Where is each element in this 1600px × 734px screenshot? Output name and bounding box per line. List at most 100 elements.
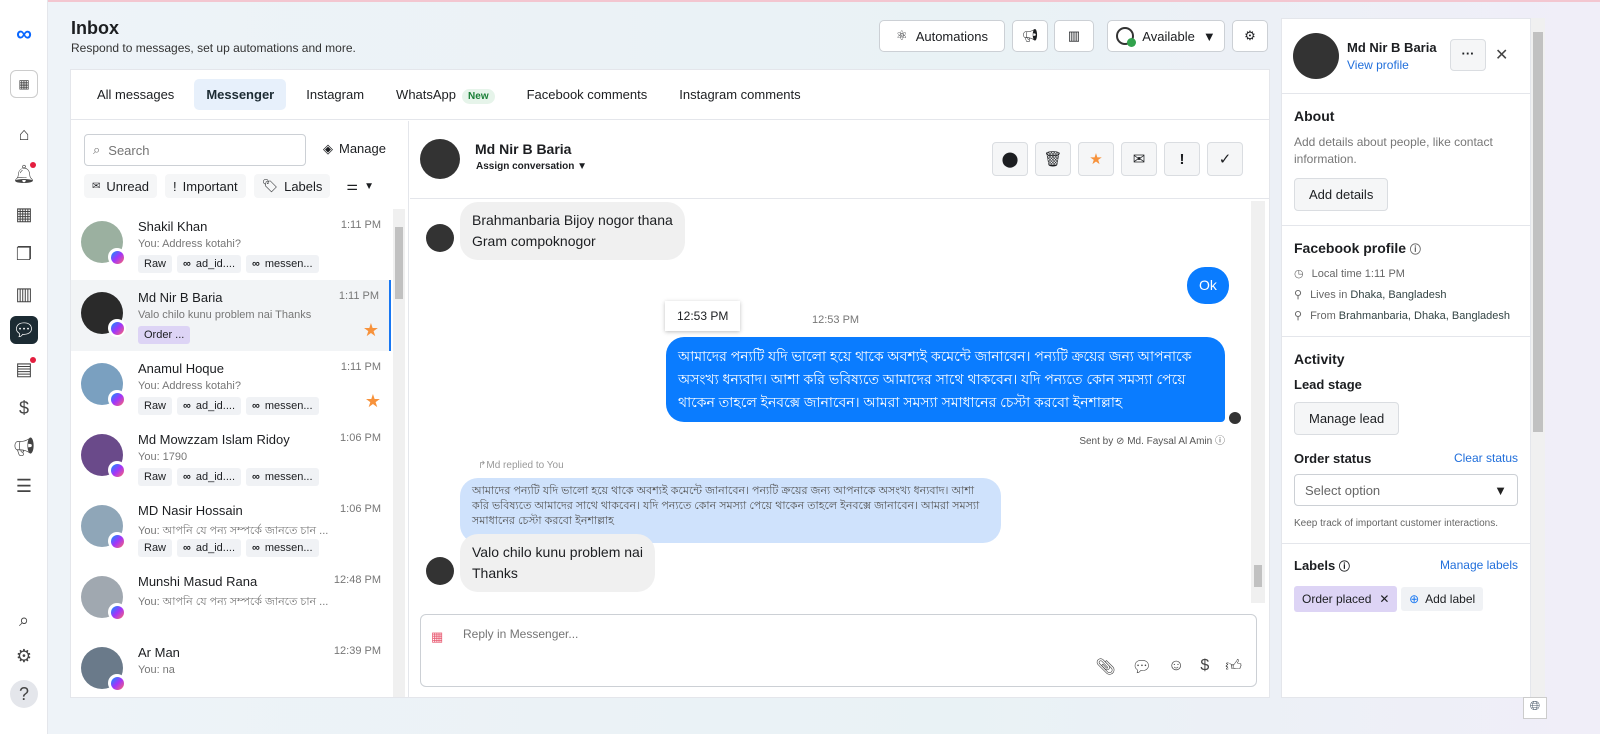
conversation-name: Md Nir B Baria [138,290,223,305]
avatar [81,292,126,337]
panel-scrollbar[interactable] [1531,18,1545,698]
tab-facebook-comments[interactable]: Facebook comments [515,79,660,110]
message-incoming: Valo chilo kunu problem nai Thanks [460,534,655,592]
plus-icon: ⊕ [1409,592,1420,606]
activity-heading: Activity [1294,351,1345,367]
conversation-item[interactable]: Anamul Hoque You: Address kotahi? 1:11 P… [71,351,391,422]
add-details-button[interactable]: Add details [1294,178,1389,211]
payment-icon[interactable]: $ [1200,657,1209,677]
meta-logo[interactable]: ∞ [10,20,38,48]
conversation-time: 12:39 PM [333,645,381,657]
view-profile-link[interactable]: View profile [1347,58,1409,72]
availability-dropdown[interactable]: Available ▼ [1107,20,1225,52]
messenger-icon [108,390,126,408]
filter-important[interactable]: ! Important [165,174,246,198]
conversation-item[interactable]: Md Nir B Baria Valo chilo kunu problem n… [71,280,391,351]
settings-button[interactable]: ⚙ [1232,20,1268,52]
done-button[interactable]: ✓ [1207,142,1243,176]
megaphone-button[interactable]: 📢︎ [1012,20,1048,52]
conversation-item[interactable]: Shakil Khan You: Address kotahi? 1:11 PM… [71,209,391,280]
chat-panel: Md Nir B Baria Assign conversation ▼ ⬤ 🗑… [410,121,1269,697]
messenger-icon [108,248,126,266]
manage-labels-link[interactable]: Manage labels [1440,558,1518,574]
order-status-heading: Order status [1294,451,1372,466]
star-icon[interactable]: ★ [365,391,381,412]
search-box[interactable]: ⌕ [84,134,306,166]
tab-instagram[interactable]: Instagram [294,79,376,110]
messenger-icon [108,319,126,337]
like-icon[interactable]: 👍︎ [1225,657,1242,677]
chat-scrollbar[interactable] [1251,201,1265,603]
conversation-item[interactable]: MD Nasir Hossain You: আপনি যে পন্য সম্পর… [71,493,391,564]
tab-all-messages[interactable]: All messages [85,79,186,110]
add-label-button[interactable]: ⊕ Add label [1401,587,1484,611]
attachment-icon[interactable]: 📎︎ [1095,657,1115,677]
conversation-tag: ∞ messen... [246,539,319,557]
star-button[interactable]: ★ [1078,142,1114,176]
ads-icon[interactable]: 📢︎ [10,433,38,461]
avatar [81,363,126,408]
star-icon[interactable]: ★ [363,320,379,341]
remove-label-icon[interactable]: ✕ [1379,592,1389,606]
list-scrollbar[interactable] [393,209,405,697]
avatar[interactable] [420,139,460,179]
assign-conversation-dropdown[interactable]: Assign conversation ▼ [476,161,587,172]
filter-labels[interactable]: 🏷︎ Labels [253,174,331,198]
tab-messenger[interactable]: Messenger [194,79,287,110]
tab-whatsapp[interactable]: WhatsApp New [384,79,507,110]
about-text: Add details about people, like contact i… [1294,135,1493,166]
settings-icon[interactable]: ⚙ [10,642,38,670]
globe-icon[interactable]: 🌐︎ [1523,697,1547,719]
order-status-select[interactable]: Select option ▼ [1294,474,1518,506]
conversation-time: 12:48 PM [333,574,381,586]
conversation-tag: Raw [138,539,173,557]
conversation-tag: Raw [138,255,173,273]
manage-button[interactable]: ◈ Manage [323,141,386,157]
conversation-time: 1:11 PM [340,361,381,373]
menu-icon[interactable]: ☰ [10,472,38,500]
important-button[interactable]: ! [1164,142,1200,176]
mark-unread-button[interactable]: ✉ [1121,142,1157,176]
insights-button[interactable]: ▥ [1054,20,1094,52]
monetization-icon[interactable]: $ [10,394,38,422]
search-input[interactable] [108,142,279,158]
pages-icon[interactable]: ▦ [10,70,38,98]
more-options-button[interactable]: ··· [1450,39,1486,71]
inbox-icon[interactable]: 💬︎ [10,316,38,344]
close-button[interactable]: ✕ [1495,45,1508,65]
conversation-preview: You: আপনি যে পন্য সম্পর্কে জানতে চান ... [138,596,329,608]
manage-lead-button[interactable]: Manage lead [1294,402,1400,435]
emoji-icon[interactable]: ☺ [1168,657,1184,677]
conversation-tag: ∞ messen... [246,397,319,415]
insights-icon[interactable]: ▥ [10,280,38,308]
pages-icon: ▦ [431,629,444,644]
search-icon[interactable]: ⌕ [10,606,38,634]
conversation-item[interactable]: Ar Man You: na 12:39 PM [71,635,391,697]
home-icon[interactable]: ⌂ [10,120,38,148]
spam-button[interactable]: ⬤ [992,142,1028,176]
calendar-icon[interactable]: ▦ [10,200,38,228]
conversation-name: Shakil Khan [138,219,208,234]
reply-input[interactable] [463,627,1163,641]
automations-button[interactable]: ⚛ Automations [879,20,1005,52]
order-hint: Keep track of important customer interac… [1294,518,1498,529]
notifications-icon[interactable]: 🔔︎ [10,160,38,188]
conversation-item[interactable]: Munshi Masud Rana You: আপনি যে পন্য সম্প… [71,564,391,635]
tab-instagram-comments[interactable]: Instagram comments [667,79,812,110]
content-icon[interactable]: ❐ [10,240,38,268]
help-icon[interactable]: ? [10,680,38,708]
filter-options[interactable]: ⚌ ▼ [338,174,382,198]
meta-icon: ∞ [252,471,260,483]
filter-unread[interactable]: ✉ Unread [84,174,158,198]
chevron-down-icon: ▼ [364,180,374,192]
saved-replies-icon[interactable]: 💬︎ [1132,657,1152,677]
page-subtitle: Respond to messages, set up automations … [71,41,356,55]
contacts-icon[interactable]: ▤ [10,355,38,383]
meta-icon: ∞ [252,400,260,412]
top-accent [0,0,1600,2]
clear-status-link[interactable]: Clear status [1454,451,1518,466]
trash-button[interactable]: 🗑︎ [1035,142,1071,176]
conversation-tag: ∞ ad_id.... [177,397,241,415]
conversation-item[interactable]: Md Mowzzam Islam Ridoy You: 1790 1:06 PM… [71,422,391,493]
messenger-icon [108,532,126,550]
